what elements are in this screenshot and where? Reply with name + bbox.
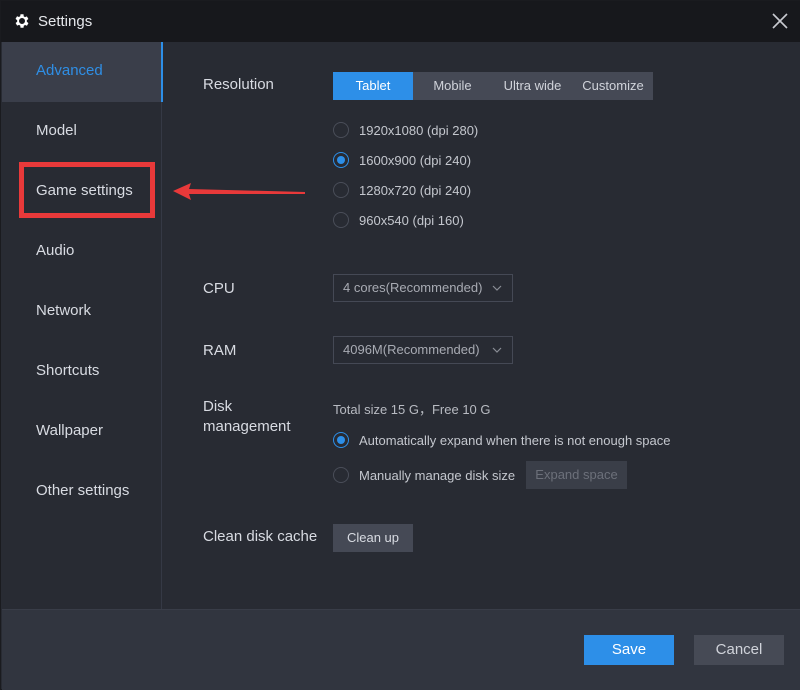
disk-label-line2: management <box>203 418 291 435</box>
title-bar: Settings <box>1 1 800 42</box>
sidebar-item-network[interactable]: Network <box>2 282 162 342</box>
sidebar-item-shortcuts[interactable]: Shortcuts <box>2 342 162 402</box>
settings-content <box>163 42 800 609</box>
sidebar-item-game-settings[interactable]: Game settings <box>2 162 162 222</box>
tab-mobile[interactable]: Mobile <box>413 72 492 100</box>
resolution-option-1920[interactable]: 1920x1080 (dpi 280) <box>333 120 478 140</box>
ram-label: RAM <box>203 342 237 359</box>
radio-button[interactable] <box>333 212 349 228</box>
radio-button-checked[interactable] <box>333 152 349 168</box>
radio-button-checked[interactable] <box>333 432 349 448</box>
radio-label: Automatically expand when there is not e… <box>359 432 671 448</box>
ram-select[interactable]: 4096M(Recommended) <box>333 336 513 364</box>
sidebar-nav: Advanced Model Game settings Audio Netwo… <box>2 42 164 609</box>
radio-button[interactable] <box>333 122 349 138</box>
clean-up-button[interactable]: Clean up <box>333 524 413 552</box>
sidebar-item-wallpaper[interactable]: Wallpaper <box>2 402 162 462</box>
cpu-select-value: 4 cores(Recommended) <box>343 280 483 295</box>
footer-bar <box>2 609 800 690</box>
resolution-option-1280[interactable]: 1280x720 (dpi 240) <box>333 180 471 200</box>
save-button[interactable]: Save <box>584 635 674 665</box>
resolution-option-1600[interactable]: 1600x900 (dpi 240) <box>333 150 471 170</box>
resolution-option-960[interactable]: 960x540 (dpi 160) <box>333 210 464 230</box>
resolution-label: Resolution <box>203 76 274 93</box>
settings-window: Settings Advanced Model Game settings Au… <box>0 0 800 690</box>
ram-select-value: 4096M(Recommended) <box>343 342 480 357</box>
gear-icon <box>15 14 29 28</box>
disk-option-manual[interactable]: Manually manage disk size <box>333 465 515 485</box>
window-title: Settings <box>38 13 93 30</box>
tab-customize[interactable]: Customize <box>573 72 653 100</box>
chevron-down-icon <box>492 347 502 353</box>
chevron-down-icon <box>492 285 502 291</box>
sidebar-item-other-settings[interactable]: Other settings <box>2 462 162 522</box>
radio-label: 1920x1080 (dpi 280) <box>359 122 479 138</box>
disk-option-auto-expand[interactable]: Automatically expand when there is not e… <box>333 430 670 450</box>
tab-ultra-wide[interactable]: Ultra wide <box>492 72 573 100</box>
expand-space-button[interactable]: Expand space <box>526 461 627 489</box>
radio-button[interactable] <box>333 467 349 483</box>
radio-label: 1600x900 (dpi 240) <box>359 152 472 168</box>
close-icon[interactable] <box>769 10 791 32</box>
disk-label-line1: Disk <box>203 398 233 415</box>
radio-label: 1280x720 (dpi 240) <box>359 182 472 198</box>
sidebar-item-model[interactable]: Model <box>2 102 162 162</box>
tab-tablet[interactable]: Tablet <box>333 72 413 100</box>
cpu-select[interactable]: 4 cores(Recommended) <box>333 274 513 302</box>
sidebar-item-advanced[interactable]: Advanced <box>2 42 164 102</box>
radio-button[interactable] <box>333 182 349 198</box>
radio-label: Manually manage disk size <box>359 467 516 483</box>
resolution-tabs: Tablet Mobile Ultra wide Customize <box>333 72 653 100</box>
cpu-label: CPU <box>203 280 235 297</box>
disk-size-info: Total size 15 G，Free 10 G <box>333 402 491 417</box>
radio-label: 960x540 (dpi 160) <box>359 212 464 228</box>
cancel-button[interactable]: Cancel <box>694 635 784 665</box>
sidebar-item-audio[interactable]: Audio <box>2 222 162 282</box>
clean-cache-label: Clean disk cache <box>203 528 318 545</box>
